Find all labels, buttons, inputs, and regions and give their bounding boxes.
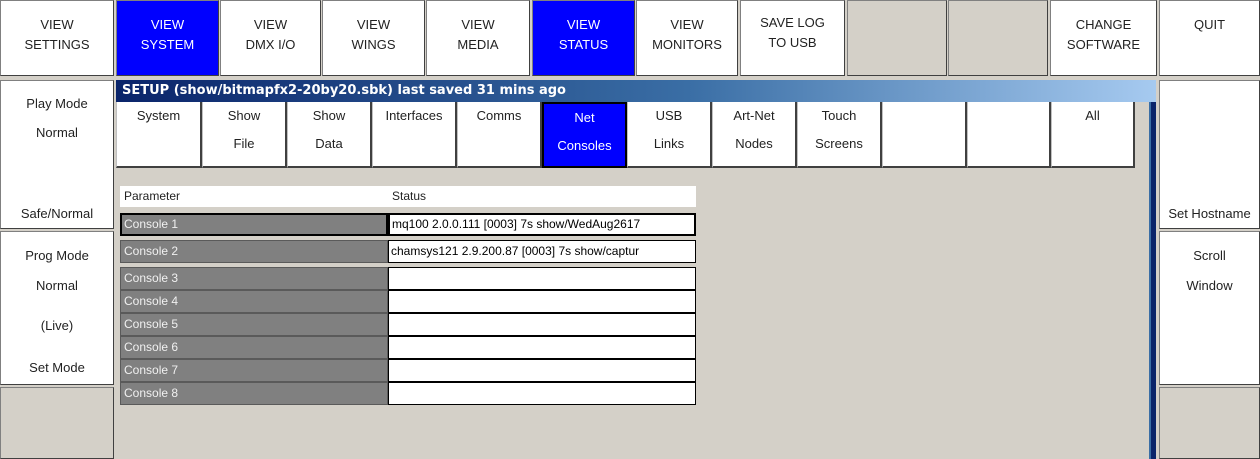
tab-label: File bbox=[233, 136, 255, 151]
tab-label: Touch bbox=[821, 108, 857, 123]
table-row-status[interactable]: mq100 2.0.0.111 [0003] 7s show/WedAug261… bbox=[388, 213, 696, 236]
set-hostname-label: Set Hostname bbox=[1168, 206, 1251, 221]
view-settings-label-2: SETTINGS bbox=[24, 37, 90, 52]
table-row-parameter[interactable]: Console 2 bbox=[120, 240, 388, 263]
table-row-status[interactable] bbox=[388, 290, 696, 313]
view-monitors-button[interactable]: VIEW MONITORS bbox=[636, 0, 738, 76]
scroll-window-button[interactable]: Scroll Window bbox=[1159, 231, 1260, 385]
right-blank-button[interactable] bbox=[1159, 387, 1260, 459]
tab-comms[interactable]: Comms bbox=[457, 102, 542, 168]
left-blank-button[interactable] bbox=[0, 387, 114, 459]
table-row-parameter[interactable]: Console 5 bbox=[120, 313, 388, 336]
column-header-status: Status bbox=[388, 186, 696, 207]
tab-label: Show bbox=[227, 108, 261, 123]
window-right-border bbox=[1149, 102, 1156, 459]
quit-button[interactable]: QUIT bbox=[1159, 0, 1260, 76]
change-software-label-1: CHANGE bbox=[1075, 17, 1132, 32]
view-media-button[interactable]: VIEW MEDIA bbox=[426, 0, 530, 76]
table-row-parameter[interactable]: Console 3 bbox=[120, 267, 388, 290]
quit-label: QUIT bbox=[1193, 17, 1226, 32]
table-row-status[interactable] bbox=[388, 382, 696, 405]
window-label: Window bbox=[1186, 278, 1233, 293]
save-log-button[interactable]: SAVE LOG TO USB bbox=[740, 0, 845, 76]
view-settings-button[interactable]: VIEW SETTINGS bbox=[0, 0, 114, 76]
view-status-label-1: VIEW bbox=[566, 17, 601, 32]
tab-all[interactable]: All bbox=[1051, 102, 1135, 168]
view-status-label-2: STATUS bbox=[558, 37, 609, 52]
set-mode-label: Set Mode bbox=[29, 360, 85, 375]
tab-show-file[interactable]: Show File bbox=[202, 102, 287, 168]
change-software-button[interactable]: CHANGE SOFTWARE bbox=[1050, 0, 1157, 76]
play-mode-button[interactable]: Play Mode Normal Safe/Normal bbox=[0, 80, 114, 229]
view-settings-label-1: VIEW bbox=[40, 17, 74, 32]
table-row-status[interactable] bbox=[388, 359, 696, 382]
toolbar-blank-button-1[interactable] bbox=[847, 0, 947, 76]
view-dmx-button[interactable]: VIEW DMX I/O bbox=[220, 0, 321, 76]
tab-label: Net bbox=[574, 110, 595, 125]
tab-label: Screens bbox=[815, 136, 863, 151]
tab-usb-links[interactable]: USB Links bbox=[627, 102, 712, 168]
save-log-label-1: SAVE LOG bbox=[760, 15, 825, 30]
view-wings-label-2: WINGS bbox=[351, 37, 396, 52]
table-row-status[interactable] bbox=[388, 267, 696, 290]
table-row-parameter[interactable]: Console 7 bbox=[120, 359, 388, 382]
tab-label: Art-Net bbox=[733, 108, 775, 123]
tab-label: Data bbox=[315, 136, 343, 151]
tab-show-data[interactable]: Show Data bbox=[287, 102, 372, 168]
prog-mode-label: Prog Mode bbox=[25, 248, 89, 263]
column-header-parameter: Parameter bbox=[120, 186, 388, 207]
play-mode-value: Normal bbox=[36, 125, 78, 140]
view-status-button[interactable]: VIEW STATUS bbox=[532, 0, 635, 76]
tab-label: Show bbox=[312, 108, 346, 123]
view-system-label-1: VIEW bbox=[150, 17, 185, 32]
tab-label: Links bbox=[653, 136, 685, 151]
tab-net-consoles[interactable]: Net Consoles bbox=[542, 102, 627, 168]
tab-label: USB bbox=[655, 108, 683, 123]
table-row-parameter[interactable]: Console 6 bbox=[120, 336, 388, 359]
table-row-status[interactable] bbox=[388, 313, 696, 336]
setup-window: SETUP (show/bitmapfx2-20by20.sbk) last s… bbox=[116, 80, 1156, 459]
tab-label: Consoles bbox=[557, 138, 612, 153]
change-software-label-2: SOFTWARE bbox=[1066, 37, 1141, 52]
prog-mode-button[interactable]: Prog Mode Normal (Live) Set Mode bbox=[0, 231, 114, 385]
tab-label: Interfaces bbox=[385, 108, 443, 123]
table-row-parameter[interactable]: Console 1 bbox=[120, 213, 388, 236]
tab-art-net-nodes[interactable]: Art-Net Nodes bbox=[712, 102, 797, 168]
tab-label: Comms bbox=[476, 108, 522, 123]
scroll-label: Scroll bbox=[1193, 248, 1226, 263]
view-system-button[interactable]: VIEW SYSTEM bbox=[116, 0, 219, 76]
tab-blank-1[interactable] bbox=[882, 102, 967, 168]
tab-label: System bbox=[136, 108, 181, 123]
tab-touch-screens[interactable]: Touch Screens bbox=[797, 102, 882, 168]
safe-normal-label: Safe/Normal bbox=[20, 206, 94, 221]
tab-label: All bbox=[1085, 108, 1100, 123]
set-hostname-button[interactable]: Set Hostname bbox=[1159, 80, 1260, 229]
prog-mode-value: Normal bbox=[36, 278, 78, 293]
tab-label: Nodes bbox=[735, 136, 773, 151]
view-monitors-label-1: VIEW bbox=[670, 17, 704, 32]
view-wings-label-1: VIEW bbox=[356, 17, 391, 32]
play-mode-label: Play Mode bbox=[26, 96, 88, 111]
prog-mode-live: (Live) bbox=[40, 318, 74, 333]
table-row-status[interactable] bbox=[388, 336, 696, 359]
save-log-label-2: TO USB bbox=[768, 35, 817, 50]
tab-interfaces[interactable]: Interfaces bbox=[372, 102, 457, 168]
table-row-parameter[interactable]: Console 4 bbox=[120, 290, 388, 313]
setup-title-bar: SETUP (show/bitmapfx2-20by20.sbk) last s… bbox=[116, 80, 1156, 102]
view-wings-button[interactable]: VIEW WINGS bbox=[322, 0, 425, 76]
view-dmx-label-1: VIEW bbox=[253, 17, 288, 32]
table-row-status[interactable]: chamsys121 2.9.200.87 [0003] 7s show/cap… bbox=[388, 240, 696, 263]
tab-blank-2[interactable] bbox=[967, 102, 1051, 168]
view-media-label-2: MEDIA bbox=[457, 37, 499, 52]
tab-system[interactable]: System bbox=[116, 102, 202, 168]
table-row-parameter[interactable]: Console 8 bbox=[120, 382, 388, 405]
toolbar-blank-button-2[interactable] bbox=[948, 0, 1048, 76]
view-media-label-1: VIEW bbox=[461, 17, 495, 32]
view-system-label-2: SYSTEM bbox=[140, 37, 195, 52]
view-dmx-label-2: DMX I/O bbox=[245, 37, 296, 52]
view-monitors-label-2: MONITORS bbox=[652, 37, 722, 52]
